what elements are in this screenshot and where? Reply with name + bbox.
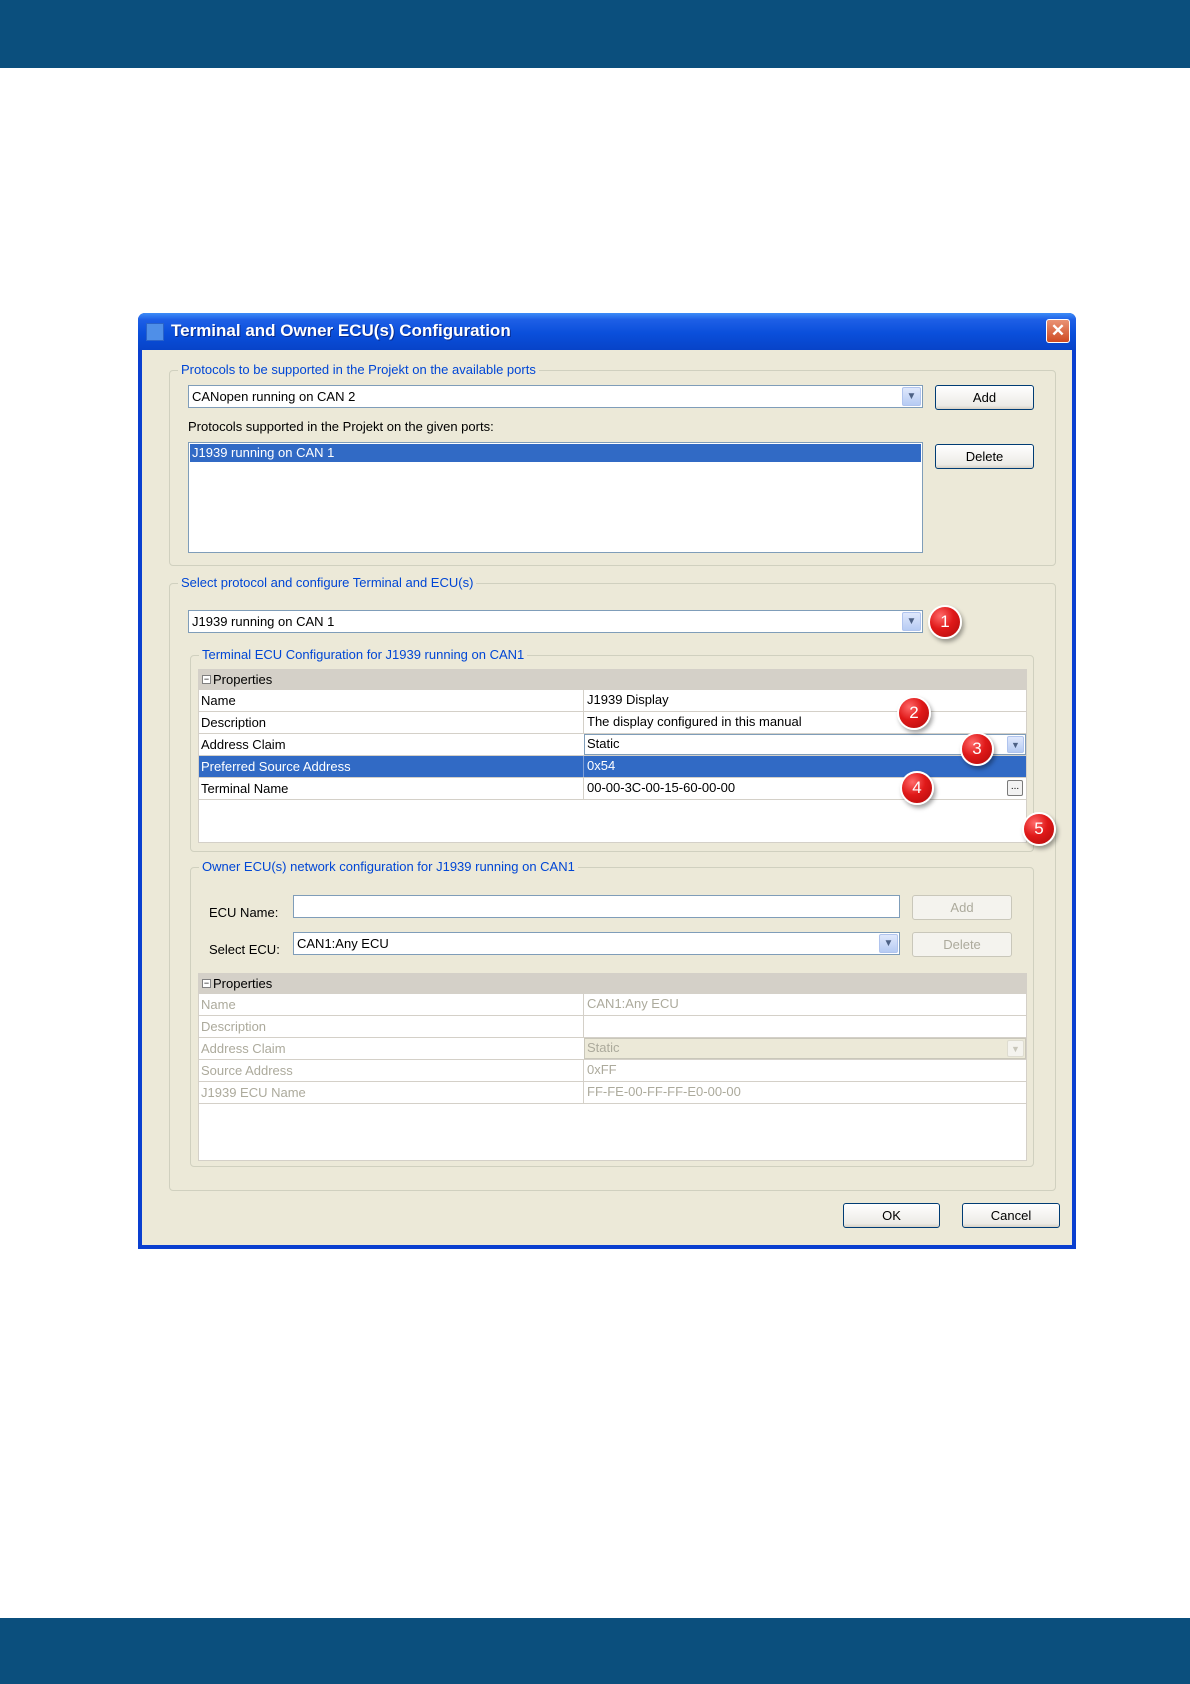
property-value: Static: [587, 1040, 620, 1055]
property-key: Name: [201, 693, 236, 708]
table-row[interactable]: Address Claim Static ▼: [199, 1038, 1026, 1060]
chevron-down-icon[interactable]: ▼: [879, 934, 898, 953]
close-button[interactable]: ✕: [1046, 319, 1070, 343]
table-row[interactable]: J1939 ECU Name FF-FE-00-FF-FF-E0-00-00: [199, 1082, 1026, 1104]
page-footer-band: [0, 1618, 1190, 1684]
property-key: Preferred Source Address: [201, 759, 351, 774]
ecu-name-label: ECU Name:: [209, 905, 279, 920]
properties-header-label: Properties: [213, 672, 273, 687]
table-row[interactable]: Source Address 0xFF: [199, 1060, 1026, 1082]
chevron-down-icon[interactable]: ▼: [902, 612, 921, 631]
properties-header[interactable]: − Properties: [199, 670, 1026, 690]
table-row[interactable]: Description: [199, 1016, 1026, 1038]
dialog-client-area: Protocols to be supported in the Projekt…: [142, 350, 1072, 1245]
chevron-down-icon[interactable]: ▼: [1007, 1040, 1024, 1057]
select-ecu-label: Select ECU:: [209, 942, 280, 957]
column-divider: [583, 1060, 584, 1081]
chevron-down-icon[interactable]: ▼: [1007, 736, 1024, 753]
add-protocol-button[interactable]: Add: [935, 385, 1034, 410]
collapse-icon[interactable]: −: [202, 675, 211, 684]
dialog-title-bar[interactable]: Terminal and Owner ECU(s) Configuration …: [138, 313, 1076, 350]
column-divider: [583, 1016, 584, 1037]
dialog-title: Terminal and Owner ECU(s) Configuration: [171, 321, 511, 340]
property-key: J1939 ECU Name: [201, 1085, 306, 1100]
ok-button[interactable]: OK: [843, 1203, 940, 1228]
supported-protocols-list[interactable]: J1939 running on CAN 1: [188, 442, 923, 553]
property-value[interactable]: 00-00-3C-00-15-60-00-00: [587, 780, 735, 795]
owner-properties-grid: − Properties Name CAN1:Any ECU Descripti…: [198, 973, 1027, 1161]
selected-protocol-value: J1939 running on CAN 1: [192, 614, 335, 629]
column-divider: [583, 756, 584, 777]
column-divider: [583, 690, 584, 711]
page-header-band: [0, 0, 1190, 68]
available-protocol-value: CANopen running on CAN 2: [192, 389, 356, 404]
address-claim-select[interactable]: Static ▼: [584, 1038, 1026, 1059]
property-key: Description: [201, 715, 267, 730]
property-value: Static: [587, 736, 620, 751]
select-ecu-select[interactable]: CAN1:Any ECU ▼: [293, 932, 900, 955]
terminal-ecu-group-title: Terminal ECU Configuration for J1939 run…: [199, 647, 528, 662]
property-key: Description: [201, 1019, 267, 1034]
config-dialog: Terminal and Owner ECU(s) Configuration …: [138, 313, 1076, 1249]
property-value[interactable]: The display configured in this manual: [587, 714, 802, 729]
ecu-name-input[interactable]: [293, 895, 900, 918]
column-divider: [583, 994, 584, 1015]
table-row[interactable]: Preferred Source Address 0x54: [199, 756, 1026, 778]
property-value[interactable]: 0xFF: [587, 1062, 617, 1077]
chevron-down-icon[interactable]: ▼: [902, 387, 921, 406]
property-value[interactable]: CAN1:Any ECU: [587, 996, 679, 1011]
property-value[interactable]: FF-FE-00-FF-FF-E0-00-00: [587, 1084, 741, 1099]
ellipsis-button[interactable]: ...: [1007, 780, 1023, 796]
delete-ecu-button[interactable]: Delete: [912, 932, 1012, 957]
callout-badge-2: 2: [897, 696, 931, 730]
properties-header[interactable]: − Properties: [199, 974, 1026, 994]
add-ecu-button[interactable]: Add: [912, 895, 1012, 920]
terminal-properties-grid: − Properties Name J1939 Display Descript…: [198, 669, 1027, 843]
property-key: Name: [201, 997, 236, 1012]
property-value[interactable]: J1939 Display: [587, 692, 669, 707]
column-divider: [583, 712, 584, 733]
property-value[interactable]: 0x54: [587, 758, 615, 773]
available-protocol-select[interactable]: CANopen running on CAN 2 ▼: [188, 385, 923, 408]
supported-protocols-label: Protocols supported in the Projekt on th…: [188, 419, 494, 434]
property-key: Address Claim: [201, 1041, 286, 1056]
column-divider: [583, 778, 584, 799]
select-protocol-group-title: Select protocol and configure Terminal a…: [178, 575, 477, 590]
table-row[interactable]: Address Claim Static ▼: [199, 734, 1026, 756]
callout-badge-3: 3: [960, 732, 994, 766]
property-key: Terminal Name: [201, 781, 289, 796]
selected-ecu-value: CAN1:Any ECU: [297, 936, 389, 951]
cancel-button[interactable]: Cancel: [962, 1203, 1060, 1228]
property-key: Source Address: [201, 1063, 293, 1078]
collapse-icon[interactable]: −: [202, 979, 211, 988]
protocols-group-title: Protocols to be supported in the Projekt…: [178, 362, 539, 377]
delete-protocol-button[interactable]: Delete: [935, 444, 1034, 469]
properties-header-label: Properties: [213, 976, 273, 991]
list-item[interactable]: J1939 running on CAN 1: [190, 444, 921, 462]
property-key: Address Claim: [201, 737, 286, 752]
selected-protocol-select[interactable]: J1939 running on CAN 1 ▼: [188, 610, 923, 633]
column-divider: [583, 1082, 584, 1103]
callout-badge-5: 5: [1022, 812, 1056, 846]
window-icon: [146, 323, 164, 341]
table-row[interactable]: Name CAN1:Any ECU: [199, 994, 1026, 1016]
callout-badge-4: 4: [900, 771, 934, 805]
owner-ecu-group-title: Owner ECU(s) network configuration for J…: [199, 859, 578, 874]
callout-badge-1: 1: [928, 605, 962, 639]
